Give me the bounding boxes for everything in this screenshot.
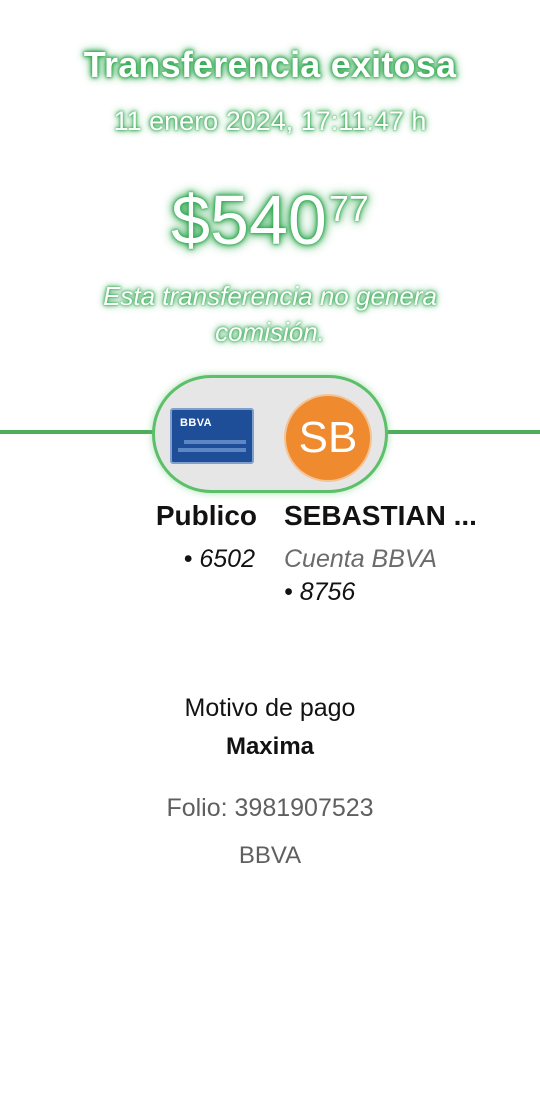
card-stripe <box>184 440 246 444</box>
payment-reason-label: Motivo de pago <box>184 694 356 722</box>
recipient-bank-label: Cuenta BBVA <box>284 545 437 573</box>
bank-name: BBVA <box>238 842 302 869</box>
card-stripe <box>178 448 246 452</box>
amount-cents: 77 <box>328 188 369 229</box>
amount-main: $540 <box>171 181 327 259</box>
card-brand-label: BBVA <box>180 417 212 429</box>
transfer-amount: $54077 <box>0 185 540 255</box>
payment-reason-value: Maxima <box>225 733 315 760</box>
transfer-title: Transferencia exitosa <box>83 44 457 85</box>
recipient-avatar-icon: SB <box>286 396 370 480</box>
transfer-datetime: 11 enero 2024, 17:11:47 h <box>113 106 427 136</box>
bank-card-icon: BBVA <box>170 408 254 464</box>
commission-note: Esta transferencia no genera comisión. <box>103 281 437 347</box>
sender-name: Publico <box>155 500 257 531</box>
recipient-account-suffix: • 8756 <box>284 578 356 606</box>
folio-number: Folio: 3981907523 <box>166 794 374 822</box>
sender-account-suffix: • 6502 <box>183 545 255 573</box>
recipient-name: SEBASTIAN ... <box>284 500 477 531</box>
